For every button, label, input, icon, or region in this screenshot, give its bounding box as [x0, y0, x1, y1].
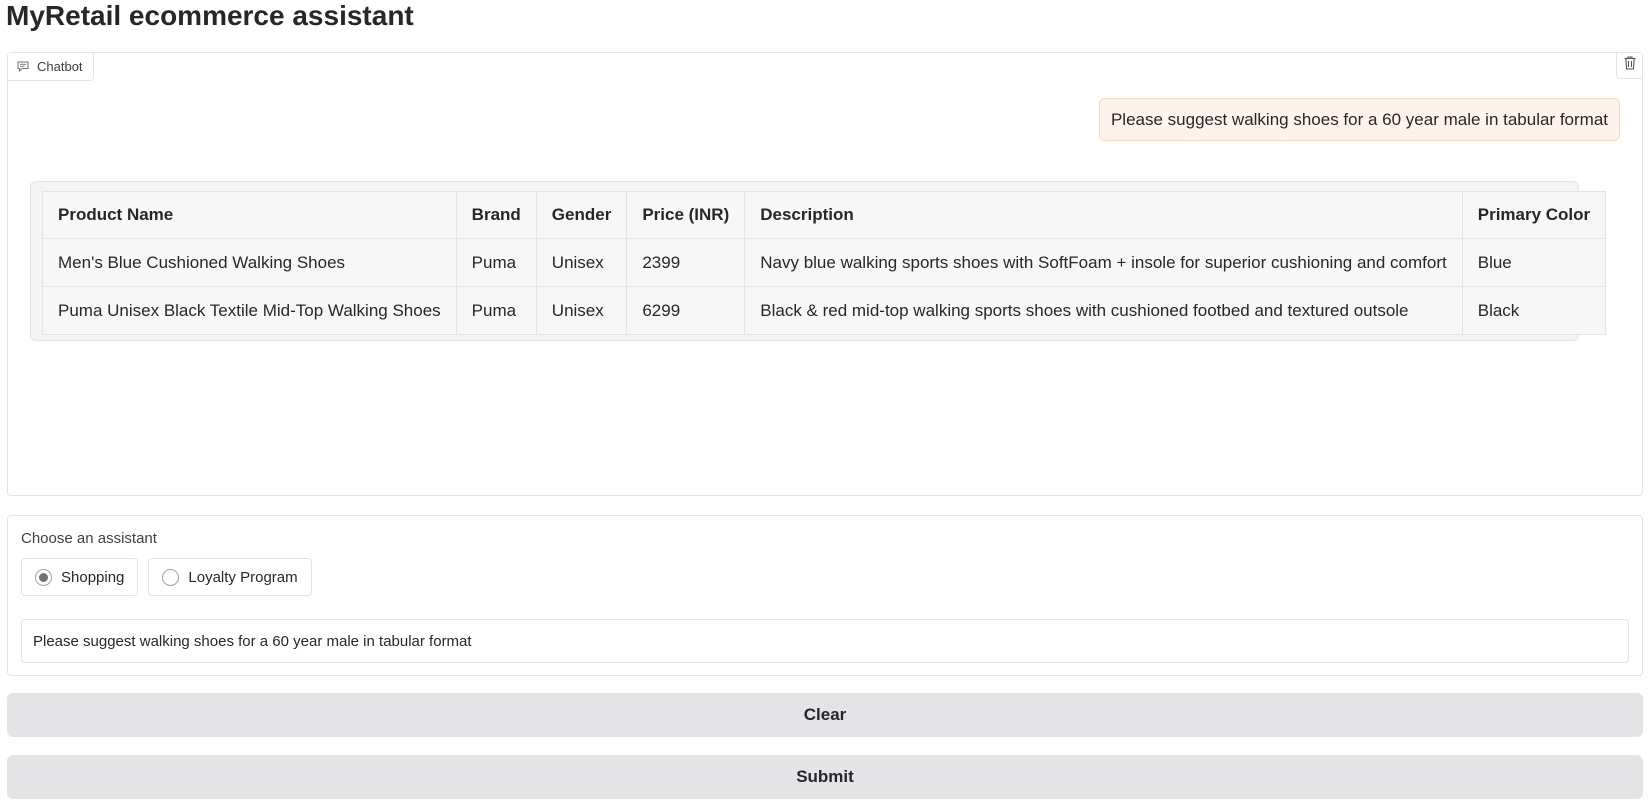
- table-cell: Unisex: [535, 238, 628, 287]
- table-header-row: Product Name Brand Gender Price (INR) De…: [42, 191, 1607, 239]
- table-cell: Puma: [455, 238, 537, 287]
- radio-option-loyalty-program[interactable]: Loyalty Program: [148, 558, 312, 596]
- column-header: Price (INR): [626, 191, 746, 239]
- trash-icon: [1624, 56, 1636, 75]
- column-header: Primary Color: [1461, 191, 1607, 239]
- column-header: Description: [744, 191, 1463, 239]
- chatbot-label: Chatbot: [8, 53, 94, 81]
- radio-unchecked-icon[interactable]: [162, 568, 180, 586]
- controls-panel: Choose an assistant Shopping Loyalty Pro…: [7, 515, 1643, 676]
- submit-button[interactable]: Submit: [7, 755, 1643, 799]
- table-cell: Black & red mid-top walking sports shoes…: [744, 286, 1463, 335]
- table-row: Men's Blue Cushioned Walking Shoes Puma …: [42, 238, 1607, 287]
- table-cell: Blue: [1461, 238, 1607, 287]
- clear-chat-button[interactable]: [1616, 53, 1642, 79]
- table-row: Puma Unisex Black Textile Mid-Top Walkin…: [42, 286, 1607, 335]
- radio-option-shopping[interactable]: Shopping: [21, 558, 139, 596]
- table-cell: Puma: [455, 286, 537, 335]
- table-cell: 6299: [626, 286, 746, 335]
- column-header: Product Name: [42, 191, 457, 239]
- table-cell: Puma Unisex Black Textile Mid-Top Walkin…: [42, 286, 457, 335]
- chatbot-label-text: Chatbot: [37, 59, 83, 74]
- radio-checked-icon[interactable]: [35, 568, 52, 586]
- table-cell: Unisex: [535, 286, 628, 335]
- table-cell: 2399: [626, 238, 746, 287]
- column-header: Brand: [455, 191, 537, 239]
- table-cell: Black: [1461, 286, 1607, 335]
- user-message: Please suggest walking shoes for a 60 ye…: [1098, 98, 1620, 141]
- message-input[interactable]: [21, 619, 1629, 663]
- radio-option-label: Loyalty Program: [188, 568, 298, 586]
- clear-button[interactable]: Clear: [7, 693, 1643, 737]
- table-cell: Men's Blue Cushioned Walking Shoes: [42, 238, 457, 287]
- page-title: MyRetail ecommerce assistant: [6, 0, 414, 31]
- product-table: Product Name Brand Gender Price (INR) De…: [42, 191, 1607, 335]
- bot-message: Product Name Brand Gender Price (INR) De…: [30, 181, 1607, 341]
- column-header: Gender: [535, 191, 628, 239]
- radio-option-label: Shopping: [61, 568, 125, 586]
- assistant-radio-group: Shopping Loyalty Program: [21, 558, 312, 596]
- chat-icon: [17, 61, 29, 72]
- table-cell: Navy blue walking sports shoes with Soft…: [744, 238, 1463, 287]
- chatbot-panel: Chatbot Please suggest walking shoes for…: [7, 52, 1643, 496]
- assistant-selector-label: Choose an assistant: [21, 530, 157, 547]
